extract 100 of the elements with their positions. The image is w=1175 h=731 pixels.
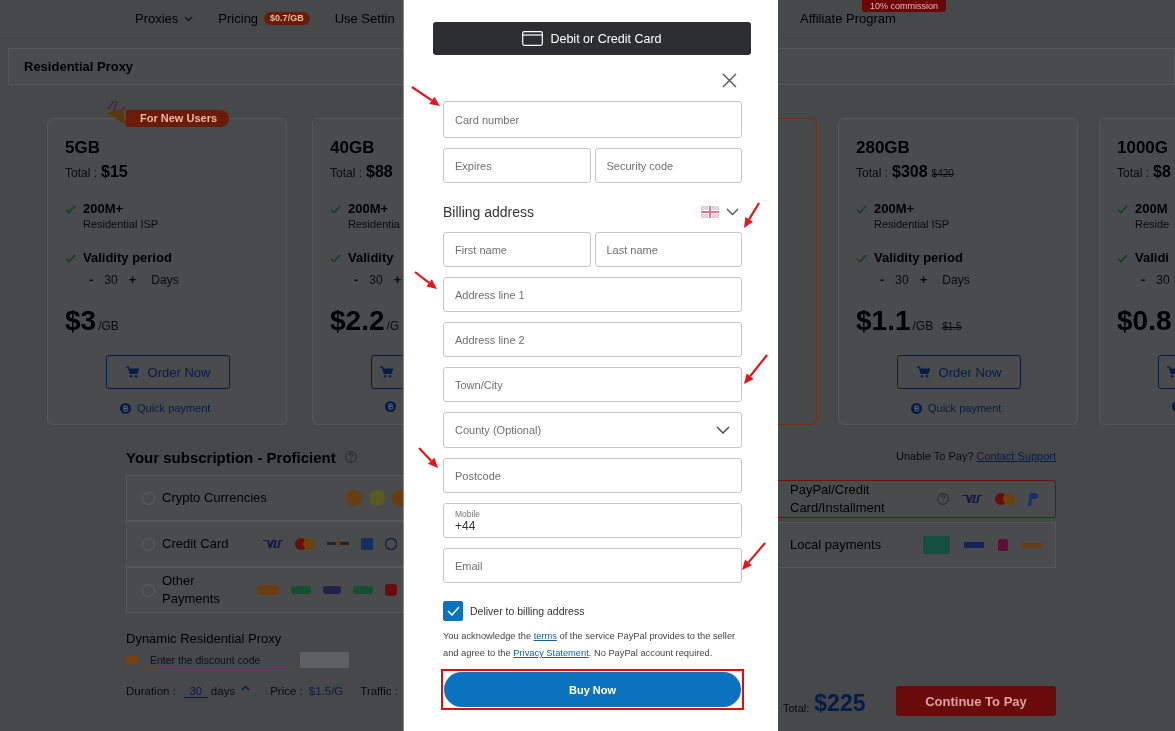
total-price: $308	[892, 163, 928, 181]
input-field[interactable]: Email	[443, 548, 742, 583]
day-count: 30	[895, 273, 909, 287]
payment-option[interactable]: PayPal/Credit Card/Installment	[778, 480, 1056, 518]
input-field[interactable]: Town/City	[443, 367, 742, 402]
price-unit: /G	[386, 319, 400, 333]
input-field[interactable]: Mobile +44	[443, 503, 742, 538]
input-field[interactable]: Address line 1	[443, 277, 742, 312]
old-price: $420	[931, 168, 954, 179]
total-label: Total :	[330, 166, 362, 180]
increase-button[interactable]: +	[393, 273, 402, 287]
section-title: Billing address	[443, 204, 535, 220]
days-label: Days	[151, 273, 179, 287]
buy-button[interactable]: Buy Now	[444, 672, 741, 707]
text-link[interactable]: terms	[533, 631, 557, 641]
feature-title: Validity	[348, 250, 394, 266]
feature-title: 200M	[1135, 201, 1168, 217]
commission-flag: 10% commission	[862, 0, 947, 12]
feature-detail: Residentia	[348, 217, 400, 231]
price-label: Price :	[270, 685, 303, 697]
price-unit: /GB	[98, 319, 119, 333]
plan-price: $2.2	[330, 305, 385, 337]
payment-option[interactable]: Crypto Currencies	[126, 475, 403, 521]
order-button[interactable]: Order Now	[106, 355, 230, 389]
support-link[interactable]: Contact Support	[976, 449, 1056, 463]
day-count: 30	[369, 273, 383, 287]
payment-label: Local payments	[790, 536, 883, 554]
day-count: 30	[104, 273, 118, 287]
plan-price: $3	[65, 305, 97, 337]
input-field[interactable]: First name	[443, 232, 591, 267]
feature-detail: Residential ISP	[83, 217, 159, 231]
feature-title: Validi	[1135, 250, 1169, 266]
quick-payment-link[interactable]: Quick payment	[137, 401, 211, 415]
decrease-button[interactable]: -	[354, 273, 359, 287]
plan-size: 1000G	[1117, 139, 1169, 157]
payment-option[interactable]: Other Payments	[126, 567, 403, 613]
payment-label: Other Payments	[162, 572, 221, 608]
input-field[interactable]: Address line 2	[443, 322, 742, 357]
payment-option[interactable]: Local payments	[778, 522, 1056, 568]
payment-label: PayPal/Credit Card/Installment	[790, 481, 886, 517]
total-price: $8	[1153, 163, 1171, 181]
plan-price: $1.1	[856, 305, 911, 337]
promo-badge: For New Users	[126, 110, 230, 127]
total-label: Total :	[1117, 166, 1149, 180]
notice-text: You acknowledge the terms of the service PayPal provides to the seller and agree to the Privacy Statement. No PayPal account required.	[443, 630, 737, 660]
price-unit: /GB	[912, 319, 934, 333]
total-price: $88	[366, 163, 393, 181]
quick-payment-link[interactable]: Quick payment	[928, 401, 1002, 415]
increase-button[interactable]: +	[919, 273, 928, 287]
decrease-button[interactable]: -	[1141, 273, 1146, 287]
help-text: Unable To Pay?	[896, 449, 974, 463]
old-price: $1.5	[942, 321, 962, 332]
feature-detail: Reside	[1135, 217, 1170, 231]
feature-detail: Residential ISP	[874, 217, 950, 231]
subscription-title: Your subscription - Proficient	[126, 448, 336, 466]
nav-link[interactable]: Affiliate Program	[800, 11, 896, 26]
product-name: Dynamic Residential Proxy	[126, 630, 282, 648]
decrease-button[interactable]: -	[89, 273, 94, 287]
continue-button[interactable]: Continue To Pay	[896, 686, 1056, 716]
traffic-label: Traffic :	[360, 685, 398, 697]
input-field[interactable]: Expires	[443, 148, 591, 183]
input-field[interactable]: Card number	[443, 101, 742, 138]
total-label: Total :	[856, 166, 888, 180]
increase-button[interactable]: +	[128, 273, 137, 287]
payment-option[interactable]: Credit Card	[126, 521, 403, 567]
duration-field[interactable]: 30	[183, 684, 208, 698]
select-field[interactable]: County (Optional)	[443, 412, 742, 448]
feature-title: Validity period	[83, 250, 172, 266]
plan-size: 5GB	[65, 139, 100, 157]
nav-link[interactable]: Use Settin	[334, 11, 395, 26]
plan-price: $0.8	[1117, 305, 1172, 337]
total-price: $225	[814, 690, 866, 716]
plan-size: 40GB	[330, 139, 375, 157]
total-label: Total:	[783, 702, 810, 714]
nav-link[interactable]: Proxies	[135, 11, 179, 26]
payment-label: Credit Card	[162, 535, 230, 553]
price-badge: $0.7/GB	[264, 12, 310, 25]
checkbox-label: Deliver to billing address	[470, 605, 585, 617]
decrease-button[interactable]: -	[880, 273, 885, 287]
price-value: $1.5/G	[308, 685, 344, 697]
total-price: $15	[101, 163, 128, 181]
input-field[interactable]: Security code	[594, 148, 742, 183]
section-title-bar: Residential Proxy	[8, 48, 403, 85]
payment-label: Crypto Currencies	[162, 489, 267, 507]
feature-title: 200M+	[348, 201, 389, 217]
card-method-button[interactable]: Debit or Credit Card	[433, 22, 751, 55]
text-link[interactable]: Privacy Statement	[513, 648, 589, 658]
plan-size: 280GB	[856, 139, 910, 157]
duration-label: Duration :	[126, 685, 176, 697]
feature-title: 200M+	[83, 201, 124, 217]
feature-title: 200M+	[874, 201, 915, 217]
duration-unit: days	[210, 685, 236, 697]
day-count: 30	[1156, 273, 1170, 287]
order-button[interactable]: Order Now	[897, 355, 1021, 389]
nav-link[interactable]: Pricing	[218, 11, 259, 26]
total-label: Total :	[65, 166, 97, 180]
input-field[interactable]: Last name	[594, 232, 742, 267]
days-label: Days	[942, 273, 970, 287]
feature-title: Validity period	[874, 250, 963, 266]
input-field[interactable]: Postcode	[443, 458, 742, 493]
